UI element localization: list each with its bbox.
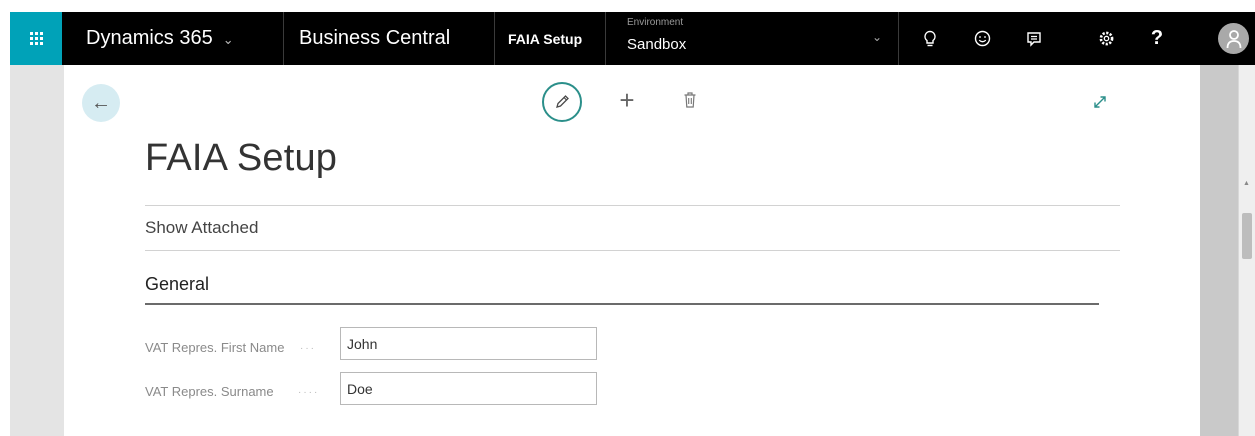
card-page: ← + FAIA Setup Show Attached General VAT…	[64, 65, 1200, 436]
field-dots: ···	[300, 343, 316, 354]
delete-icon	[684, 92, 696, 108]
page-title: FAIA Setup	[145, 137, 338, 179]
help-icon[interactable]: ?	[1135, 12, 1179, 65]
settings-button[interactable]	[1084, 12, 1128, 65]
avatar[interactable]	[1218, 23, 1249, 54]
app-launcher-button[interactable]	[10, 12, 62, 65]
back-button[interactable]: ←	[82, 84, 120, 122]
section-general-header[interactable]: General	[145, 274, 209, 295]
app-name[interactable]: Business Central	[285, 12, 495, 65]
page-breadcrumb[interactable]: FAIA Setup	[496, 12, 606, 65]
chevron-down-icon: ⌄	[871, 30, 882, 44]
new-icon: +	[619, 84, 635, 115]
environment-label: Environment	[627, 17, 684, 28]
left-gutter	[10, 65, 64, 436]
page-edge	[0, 0, 10, 436]
first-name-field[interactable]	[340, 327, 597, 360]
feedback-icon	[1027, 31, 1041, 47]
delete-button[interactable]	[680, 88, 700, 112]
product-switcher[interactable]: Dynamics 365 ⌄	[62, 12, 284, 65]
vertical-scrollbar[interactable]: ▲	[1238, 65, 1255, 436]
back-arrow-icon: ←	[91, 91, 111, 114]
show-attached-link[interactable]: Show Attached	[145, 218, 258, 238]
divider	[145, 205, 1120, 206]
divider	[145, 250, 1120, 251]
edit-button[interactable]	[542, 82, 582, 122]
expand-button[interactable]	[1090, 92, 1110, 112]
lightbulb-icon	[924, 30, 936, 46]
expand-icon	[1094, 96, 1106, 108]
messages-button[interactable]	[1012, 12, 1056, 65]
waffle-icon	[29, 32, 43, 45]
field-dots: ····	[298, 387, 320, 398]
smiley-icon	[974, 30, 990, 47]
section-rule	[145, 303, 1099, 305]
new-button[interactable]: +	[616, 85, 638, 115]
scrollbar-thumb[interactable]	[1242, 213, 1252, 259]
tell-me-button[interactable]	[908, 12, 952, 65]
surname-field[interactable]	[340, 372, 597, 405]
feedback-smiley-button[interactable]	[960, 12, 1004, 65]
environment-switcher[interactable]: Environment Sandbox ⌄	[607, 12, 899, 65]
avatar-icon	[1226, 29, 1241, 48]
edit-icon	[556, 95, 569, 108]
field-label-first-name: VAT Repres. First Name	[145, 340, 285, 355]
settings-icon	[1099, 31, 1113, 46]
chevron-down-icon: ⌄	[222, 31, 234, 47]
scroll-up-icon[interactable]: ▲	[1243, 180, 1250, 187]
right-gutter	[1200, 65, 1238, 436]
product-name: Dynamics 365	[86, 27, 213, 49]
top-bar: Dynamics 365 ⌄ Business Central FAIA Set…	[10, 12, 1255, 65]
field-label-surname: VAT Repres. Surname	[145, 384, 274, 399]
environment-value: Sandbox	[627, 36, 687, 53]
